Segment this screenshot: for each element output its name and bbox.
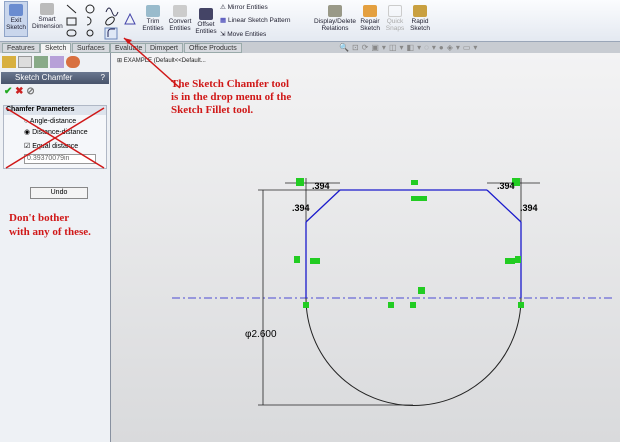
right-chamfer — [486, 189, 522, 223]
dim-diameter[interactable]: φ2.600 — [245, 329, 277, 340]
dim-top-left[interactable]: .394 — [312, 181, 330, 191]
annotation-arrow — [123, 37, 181, 89]
bottom-arc[interactable] — [305, 297, 522, 406]
dim-side-right[interactable]: .394 — [520, 203, 538, 213]
dim-top-right[interactable]: .394 — [497, 181, 515, 191]
dim-side-left[interactable]: .394 — [292, 203, 310, 213]
relation-glyphs — [294, 178, 524, 308]
left-chamfer — [305, 189, 341, 223]
sketch-profile[interactable] — [305, 189, 522, 298]
sketch-overlay: .394 .394 .394 .394 φ2.600 — [123, 37, 612, 406]
